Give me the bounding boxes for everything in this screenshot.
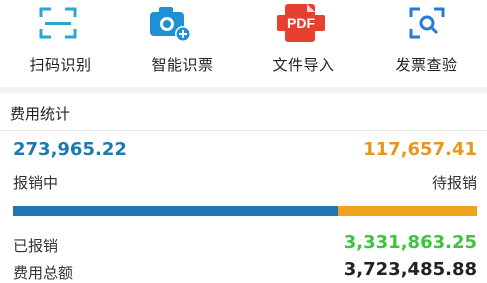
smart-ticket-label: 智能识票 bbox=[151, 56, 214, 74]
scan-recognize-button[interactable]: 扫码识别 bbox=[0, 0, 121, 87]
in-progress-label: 报销中 bbox=[13, 174, 59, 192]
file-import-label: 文件导入 bbox=[272, 56, 335, 74]
in-progress-segment bbox=[13, 206, 338, 216]
expense-stats-title: 费用统计 bbox=[10, 105, 71, 123]
file-import-button[interactable]: PDF 文件导入 bbox=[243, 0, 364, 87]
stats-divider bbox=[0, 130, 487, 131]
scan-recognize-label: 扫码识别 bbox=[29, 56, 92, 74]
invoice-verify-label: 发票查验 bbox=[395, 56, 458, 74]
camera-icon bbox=[150, 7, 191, 42]
total-label: 费用总额 bbox=[13, 264, 74, 282]
search-scan-icon bbox=[409, 7, 445, 39]
scan-icon bbox=[39, 7, 77, 39]
svg-text:PDF: PDF bbox=[287, 15, 315, 31]
pending-label: 待报销 bbox=[431, 174, 477, 192]
in-progress-amount: 273,965.22 bbox=[13, 139, 127, 160]
pending-amount: 117,657.41 bbox=[363, 139, 477, 160]
expense-stats-card bbox=[0, 93, 487, 283]
total-amount: 3,723,485.88 bbox=[343, 259, 477, 280]
reimbursed-amount: 3,331,863.25 bbox=[343, 232, 477, 253]
smart-ticket-button[interactable]: 智能识票 bbox=[122, 0, 243, 87]
reimbursed-label: 已报销 bbox=[13, 237, 59, 255]
pdf-icon: PDF bbox=[277, 4, 325, 42]
reimbursement-progress-bar bbox=[13, 206, 477, 216]
pending-segment bbox=[337, 206, 477, 216]
quick-actions-toolbar: 扫码识别 智能识票 PDF 文件导入 发票查验 bbox=[0, 0, 487, 87]
invoice-verify-button[interactable]: 发票查验 bbox=[366, 0, 487, 87]
